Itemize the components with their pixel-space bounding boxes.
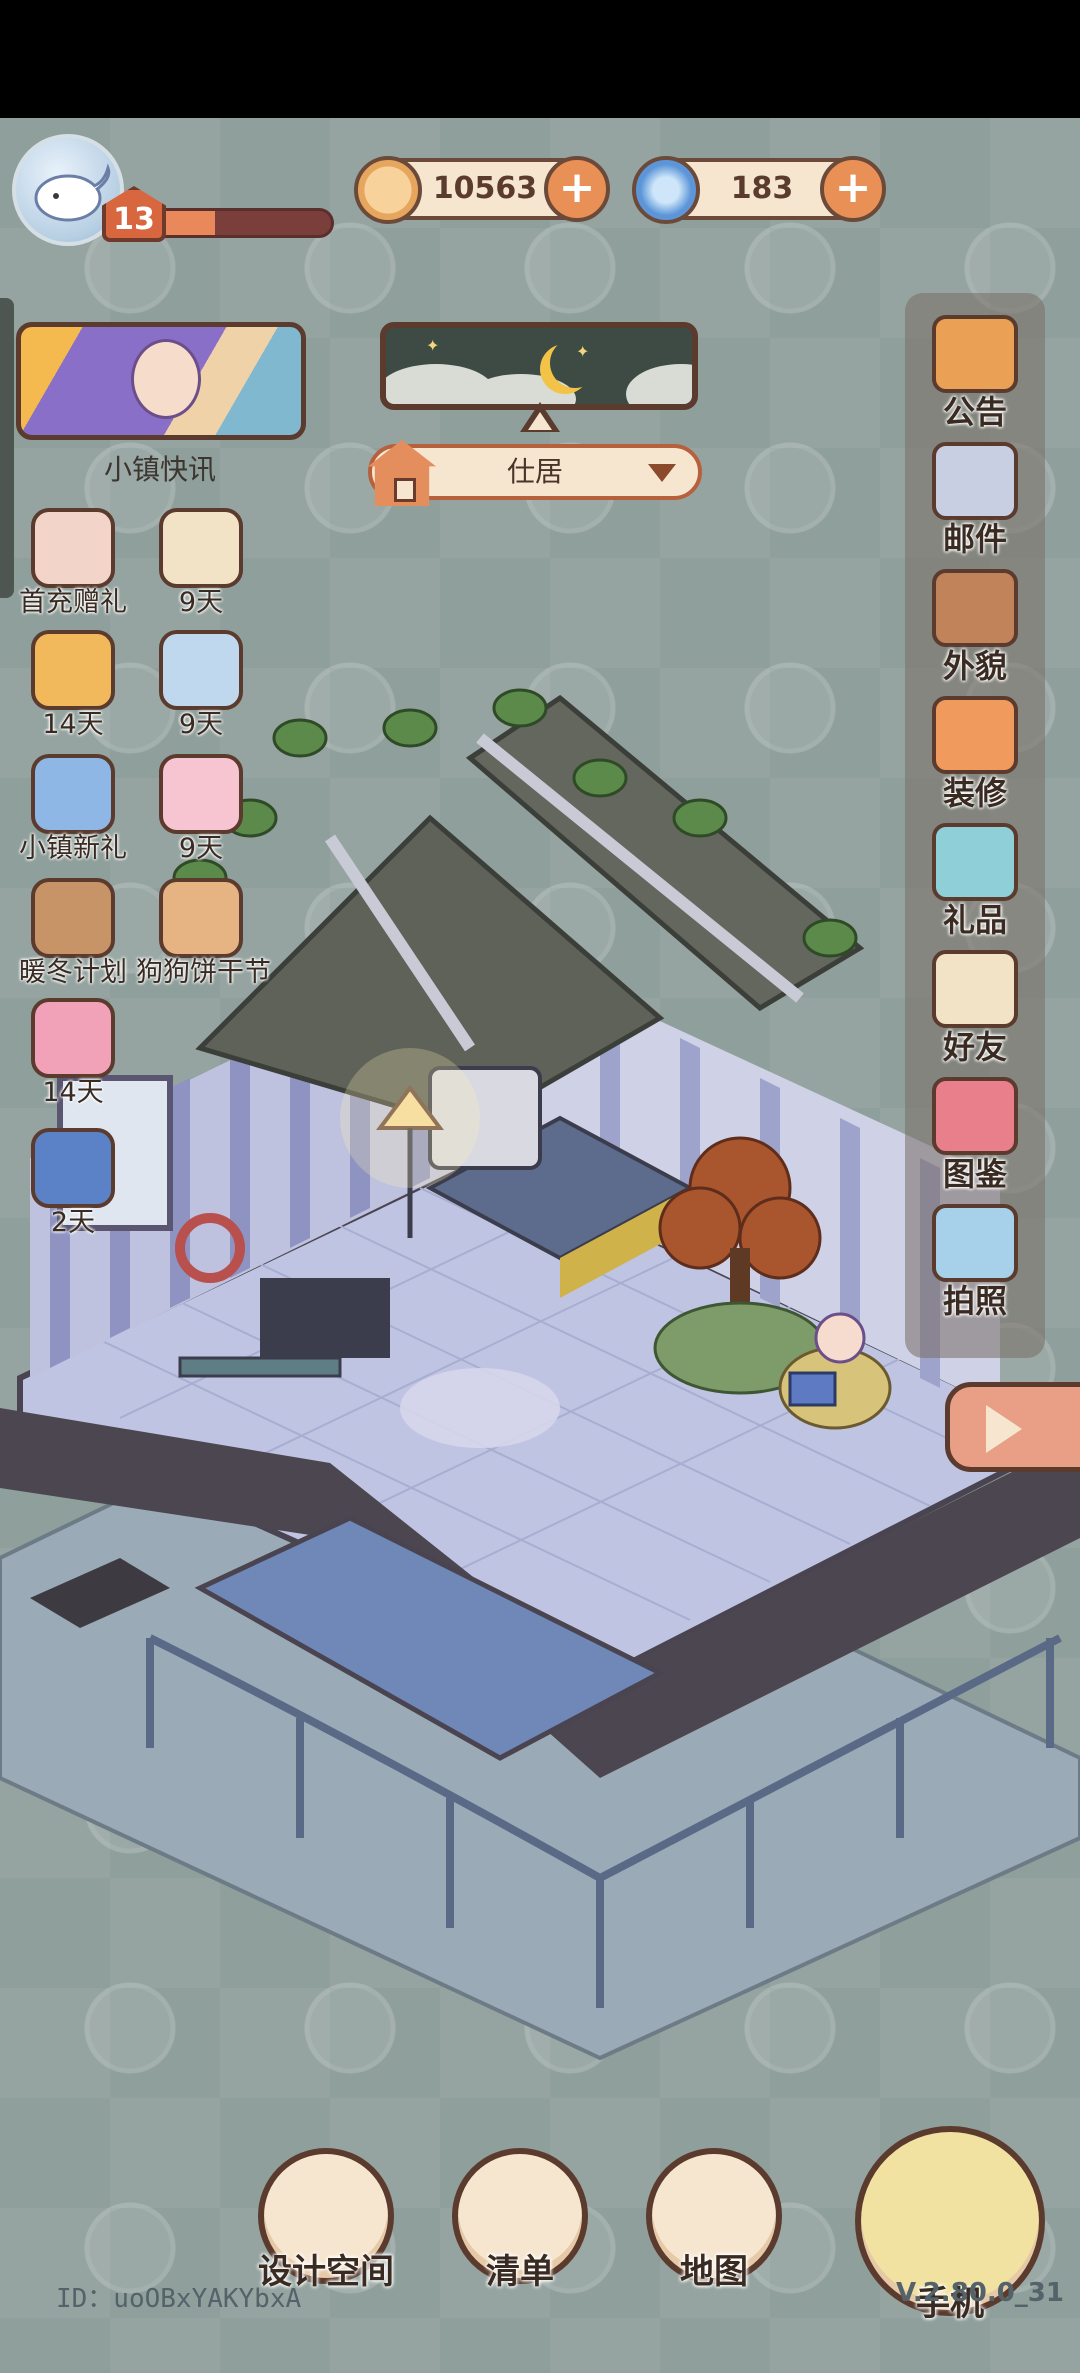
checklist-label: 清单 xyxy=(486,2252,554,2292)
flower-box-icon xyxy=(159,630,243,710)
version-label: V.2.80.0_31 xyxy=(896,2278,1064,2308)
location-dropdown[interactable]: 仕居 xyxy=(368,440,702,506)
event-label: 9天 xyxy=(178,709,224,740)
event-label: 14天 xyxy=(42,1077,104,1108)
event-dog[interactable]: 暖冬计划 xyxy=(8,878,138,989)
gem-amount: 183 xyxy=(730,171,794,206)
menu-label: 礼品 xyxy=(942,901,1007,939)
event-kimono[interactable]: 9天 xyxy=(136,754,266,865)
menu-label: 外貌 xyxy=(942,647,1007,685)
level-number: 13 xyxy=(113,202,155,237)
event-triangle-ruler[interactable]: 14天 xyxy=(8,630,138,741)
add-coin-button[interactable]: + xyxy=(544,156,610,222)
moon-icon xyxy=(550,338,600,388)
menu-present[interactable]: 礼品 xyxy=(905,823,1045,941)
ribbon-icon xyxy=(31,998,115,1078)
kimono-icon xyxy=(159,754,243,834)
gem-counter: 183 + xyxy=(632,156,886,224)
menu-label: 公告 xyxy=(942,393,1007,431)
event-label: 9天 xyxy=(178,833,224,864)
event-gift-box[interactable]: 首充赠礼 xyxy=(8,508,138,619)
event-label: 小镇新礼 xyxy=(19,833,127,864)
bone-icon xyxy=(159,878,243,958)
album-icon xyxy=(932,1077,1018,1155)
gift-box-icon xyxy=(31,508,115,588)
coin-icon xyxy=(354,156,422,224)
contacts-icon xyxy=(932,950,1018,1028)
map-button[interactable]: 地图 xyxy=(634,2148,794,2293)
caret-down-icon xyxy=(648,464,676,482)
event-flower-box[interactable]: 9天 xyxy=(136,630,266,741)
town-news-label: 小镇快讯 xyxy=(103,453,216,486)
event-ribbon[interactable]: 14天 xyxy=(8,998,138,1109)
dog-icon xyxy=(31,878,115,958)
swirl-icon xyxy=(632,156,700,224)
present-icon xyxy=(932,823,1018,901)
house-wrench-icon xyxy=(932,696,1018,774)
event-label: 9天 xyxy=(178,587,224,618)
player-id: ID：uoOBxYAKYbxA xyxy=(56,2284,302,2314)
event-label: 14天 xyxy=(42,709,104,740)
menu-label: 邮件 xyxy=(942,520,1007,558)
menu-house-wrench[interactable]: 装修 xyxy=(905,696,1045,814)
menu-mail[interactable]: 邮件 xyxy=(905,442,1045,560)
megaphone-icon xyxy=(932,315,1018,393)
design-space-button[interactable]: 设计空间 xyxy=(246,2148,406,2293)
event-letter-quill[interactable]: 9天 xyxy=(136,508,266,619)
face-icon xyxy=(932,569,1018,647)
time-of-day-indicator[interactable]: ✦ ✦ xyxy=(380,322,698,410)
letter-quill-icon xyxy=(159,508,243,588)
event-label: 首充赠礼 xyxy=(19,587,127,618)
xp-progress-bar xyxy=(150,208,334,238)
event-label: 狗狗饼干节 xyxy=(136,957,271,988)
coin-amount: 10563 xyxy=(432,171,538,206)
menu-camera[interactable]: 拍照 xyxy=(905,1204,1045,1322)
menu-label: 拍照 xyxy=(942,1282,1007,1320)
camera-icon xyxy=(932,1204,1018,1282)
checklist-button[interactable]: 清单 xyxy=(440,2148,600,2293)
trophy-icon xyxy=(31,1128,115,1208)
menu-label: 装修 xyxy=(942,774,1007,812)
event-trophy[interactable]: 2天 xyxy=(8,1128,138,1239)
game-viewport[interactable]: 13 10563 + 183 + 小镇快讯 首充赠礼 9天 14天 9天 小镇新礼 9天暖… xyxy=(0,118,1080,2373)
map-label: 地图 xyxy=(680,2252,748,2292)
play-icon xyxy=(986,1405,1022,1453)
event-label: 暖冬计划 xyxy=(19,957,127,988)
menu-label: 好友 xyxy=(942,1028,1007,1066)
event-bone[interactable]: 狗狗饼干节 xyxy=(136,878,271,989)
add-gem-button[interactable]: + xyxy=(820,156,886,222)
location-label: 仕居 xyxy=(506,455,563,488)
menu-face[interactable]: 外貌 xyxy=(905,569,1045,687)
expand-panel-button[interactable] xyxy=(945,1382,1080,1472)
menu-contacts[interactable]: 好友 xyxy=(905,950,1045,1068)
menu-label: 图鉴 xyxy=(942,1155,1007,1193)
town-news-banner[interactable] xyxy=(16,322,306,440)
mail-icon xyxy=(932,442,1018,520)
triangle-ruler-icon xyxy=(31,630,115,710)
menu-album[interactable]: 图鉴 xyxy=(905,1077,1045,1195)
news-character-image xyxy=(131,339,201,419)
event-label: 2天 xyxy=(50,1207,96,1238)
menu-megaphone[interactable]: 公告 xyxy=(905,315,1045,433)
coin-counter: 10563 + xyxy=(354,156,610,224)
event-rose-card[interactable]: 小镇新礼 xyxy=(8,754,138,865)
right-menu-panel: 公告邮件外貌装修礼品好友图鉴拍照 xyxy=(905,293,1045,1358)
rose-card-icon xyxy=(31,754,115,834)
